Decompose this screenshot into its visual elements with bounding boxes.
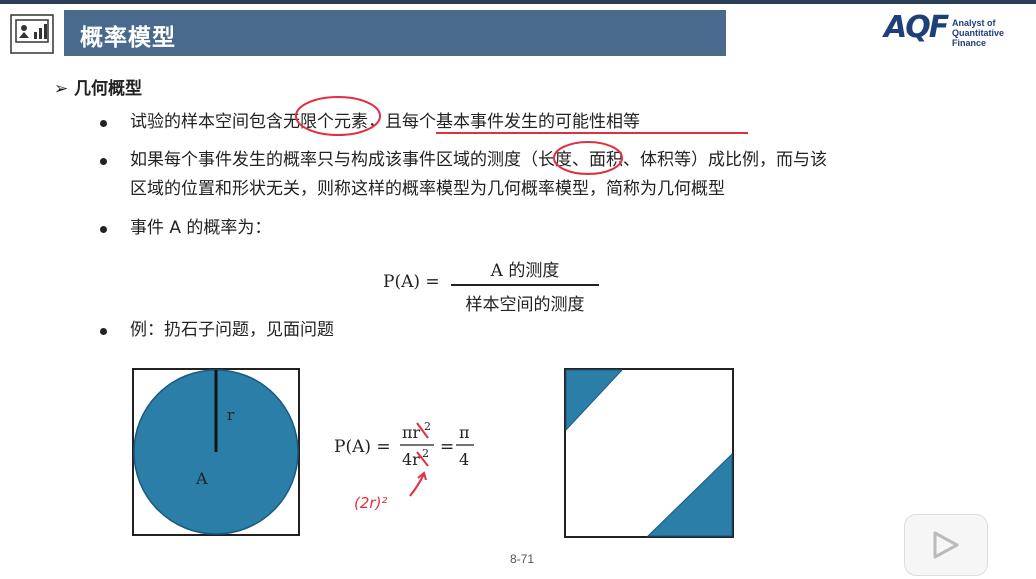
formula-lhs: P(A) =	[383, 272, 440, 292]
bullet-dot-icon	[100, 328, 107, 335]
bullet-dot-icon	[100, 120, 107, 127]
video-play-button[interactable]	[904, 514, 988, 576]
circle-in-square-diagram: r A	[132, 368, 302, 542]
circle-probability-formula: P(A) = πr 2 4r 2 = π 4 (2r)²	[334, 418, 504, 523]
bullet-dot-icon	[100, 158, 107, 165]
page-title: 概率模型	[80, 25, 176, 51]
formula-numerator: A 的测度	[490, 261, 560, 281]
top-border-line	[0, 0, 1036, 4]
logo-subtitle-line1: Analyst of	[952, 18, 996, 28]
page-number: 8-71	[510, 552, 535, 566]
section-title: 几何概型	[74, 79, 142, 99]
section-heading: ➢ 几何概型	[54, 74, 142, 99]
bullet-text: 例：扔石子问题，见面问题	[130, 320, 334, 340]
radius-label: r	[227, 406, 235, 424]
logo-subtitle-line2: Quantitative Finance	[952, 28, 1005, 48]
handwritten-note: (2r)²	[354, 494, 387, 512]
list-item: 例：扔石子问题，见面问题	[100, 316, 334, 345]
equals-sign: =	[440, 437, 454, 457]
meeting-problem-diagram	[564, 368, 736, 544]
formula-denominator: 样本空间的测度	[465, 294, 585, 315]
region-label: A	[195, 469, 208, 488]
list-item-continuation: 区域的位置和形状无关，则称这样的概率模型为几何概率模型，简称为几何概型	[100, 175, 725, 204]
formula2-exp-bottom: 2	[422, 447, 429, 460]
title-bar: 概率模型	[64, 10, 726, 56]
formula2-lhs: P(A) =	[334, 437, 391, 457]
arrow-bullet-icon: ➢	[54, 79, 69, 99]
logo-subtitle: Analyst of Quantitative Finance	[952, 18, 1034, 48]
brand-logo: AQF Analyst of Quantitative Finance	[884, 10, 1034, 48]
list-item: 试验的样本空间包含无限个元素，且每个基本事件发生的可能性相等	[100, 108, 640, 137]
logo-text: AQF	[884, 10, 949, 45]
bullet-text: 如果每个事件发生的概率只与构成该事件区域的测度（长度、面积、体积等）成比例，而与…	[130, 150, 827, 170]
presentation-icon	[10, 14, 54, 54]
formula2-exp-top: 2	[424, 420, 431, 433]
formula2-num1: πr	[402, 423, 421, 442]
list-item: 事件 A 的概率为：	[100, 214, 271, 243]
bullet-text: 区域的位置和形状无关，则称这样的概率模型为几何概率模型，简称为几何概型	[130, 179, 725, 199]
bullet-text: 试验的样本空间包含无限个元素，且每个基本事件发生的可能性相等	[130, 112, 640, 132]
bullet-dot-icon	[100, 226, 107, 233]
list-item: 如果每个事件发生的概率只与构成该事件区域的测度（长度、面积、体积等）成比例，而与…	[100, 146, 827, 175]
formula-fraction: A 的测度 样本空间的测度	[451, 256, 599, 315]
formula2-num2: π	[459, 423, 470, 442]
bullet-text: 事件 A 的概率为：	[130, 218, 272, 238]
play-icon	[933, 531, 959, 559]
fraction-bar	[451, 284, 599, 286]
formula2-den2: 4	[459, 450, 469, 469]
